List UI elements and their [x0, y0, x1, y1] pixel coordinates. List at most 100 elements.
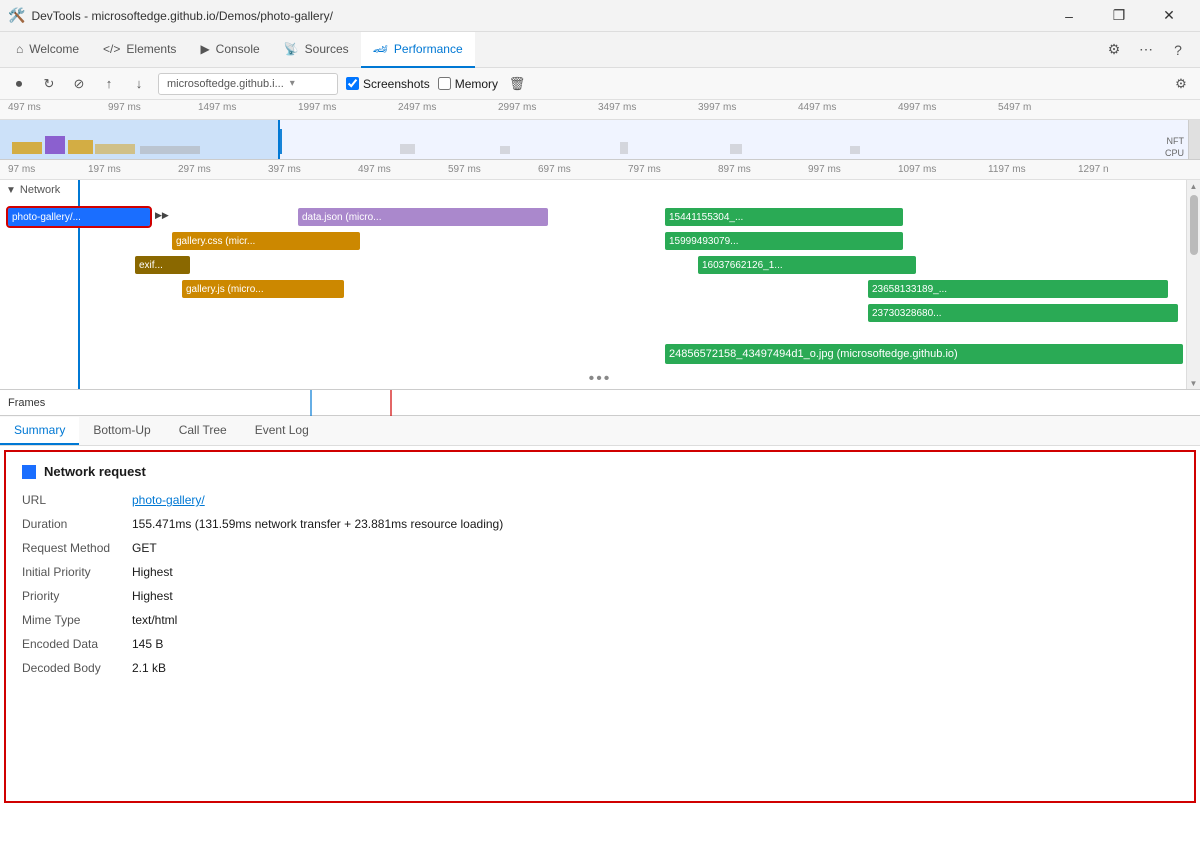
net-tick-2: 297 ms — [178, 164, 211, 175]
record-button[interactable]: ⏺ — [8, 73, 30, 95]
cpu-label: CPU — [1165, 148, 1184, 158]
net-tick-6: 697 ms — [538, 164, 571, 175]
tab-event-log[interactable]: Event Log — [241, 417, 323, 445]
network-row-gallery-js[interactable]: gallery.js (micro... — [182, 280, 344, 298]
mime-key: Mime Type — [22, 611, 132, 629]
network-row-img3[interactable]: 16037662126_1... — [698, 256, 916, 274]
network-row-img1[interactable]: 15441155304_... — [665, 208, 903, 226]
network-row-gallery-css[interactable]: gallery.css (micr... — [172, 232, 360, 250]
reload-record-button[interactable]: ↻ — [38, 73, 60, 95]
expand-row-icon: ▶▶ — [155, 210, 169, 221]
bottom-panel: Summary Bottom-Up Call Tree Event Log Ne… — [0, 416, 1200, 807]
more-button[interactable]: ••• — [589, 370, 612, 388]
mime-value: text/html — [132, 611, 177, 629]
ruler-tick-3: 1997 ms — [298, 102, 336, 113]
decoded-key: Decoded Body — [22, 659, 132, 677]
net-tick-12: 1297 n — [1078, 164, 1109, 175]
timeline-overview[interactable]: 497 ms 997 ms 1497 ms 1997 ms 2497 ms 29… — [0, 100, 1200, 160]
devtools-icon: 🛠️ — [8, 7, 25, 24]
encoded-value: 145 B — [132, 635, 163, 653]
net-tick-7: 797 ms — [628, 164, 661, 175]
network-timeline: 97 ms 197 ms 297 ms 397 ms 497 ms 597 ms… — [0, 160, 1200, 390]
summary-row-initial-priority: Initial Priority Highest — [22, 563, 1178, 581]
screenshots-checkbox[interactable] — [346, 77, 359, 90]
tab-elements[interactable]: </> Elements — [91, 32, 188, 68]
tab-summary[interactable]: Summary — [0, 417, 79, 445]
sources-icon: 📡 — [284, 42, 299, 56]
upload-button[interactable]: ↑ — [98, 73, 120, 95]
encoded-key: Encoded Data — [22, 635, 132, 653]
row-label-photo-gallery: photo-gallery/... — [12, 212, 81, 223]
row-label-img4: 23658133189_... — [872, 284, 947, 295]
tab-call-tree[interactable]: Call Tree — [165, 417, 241, 445]
summary-title: Network request — [22, 464, 1178, 479]
close-button[interactable]: ✕ — [1146, 0, 1192, 32]
method-value: GET — [132, 539, 157, 557]
net-tick-5: 597 ms — [448, 164, 481, 175]
url-value[interactable]: photo-gallery/ — [132, 491, 205, 509]
ruler-tick-10: 5497 m — [998, 102, 1031, 113]
tab-console[interactable]: ▶ Console — [188, 32, 271, 68]
network-content: ▼ Network photo-gallery/... ▶▶ data.json… — [0, 180, 1200, 390]
console-icon: ▶ — [200, 42, 209, 56]
download-button[interactable]: ↓ — [128, 73, 150, 95]
tab-bottom-up[interactable]: Bottom-Up — [79, 417, 164, 445]
frames-row: Frames — [0, 390, 1200, 416]
summary-row-priority: Priority Highest — [22, 587, 1178, 605]
capture-settings-button[interactable]: ⚙ — [1170, 73, 1192, 95]
more-tabs-button[interactable]: ⋯ — [1132, 36, 1160, 64]
network-label-text: Network — [20, 184, 60, 196]
settings-tab-button[interactable]: ⚙ — [1100, 36, 1128, 64]
memory-checkbox[interactable] — [438, 77, 451, 90]
scroll-thumb[interactable] — [1190, 195, 1198, 255]
timeline-selection — [0, 120, 280, 160]
stop-button[interactable]: ⊘ — [68, 73, 90, 95]
row-label-img5: 23730328680... — [872, 308, 942, 319]
memory-label: Memory — [455, 77, 498, 91]
frame-marker-red — [390, 390, 392, 416]
maximize-button[interactable]: ❐ — [1096, 0, 1142, 32]
memory-checkbox-label[interactable]: Memory — [438, 77, 498, 91]
row-label-gallery-js: gallery.js (micro... — [186, 284, 264, 295]
row-label-exif: exif... — [139, 260, 163, 271]
ruler-tick-7: 3997 ms — [698, 102, 736, 113]
net-tick-9: 997 ms — [808, 164, 841, 175]
tab-performance[interactable]: 🏎 Performance — [361, 32, 475, 68]
network-scrollbar: ▲ ▼ — [1186, 180, 1200, 390]
summary-panel: Network request URL photo-gallery/ Durat… — [4, 450, 1196, 803]
url-key: URL — [22, 491, 132, 509]
tab-welcome[interactable]: ⌂ Welcome — [4, 32, 91, 68]
frames-label: Frames — [8, 397, 45, 409]
network-section-label: ▼ Network — [6, 184, 60, 196]
summary-row-url: URL photo-gallery/ — [22, 491, 1178, 509]
minimize-button[interactable]: – — [1046, 0, 1092, 32]
network-row-exif[interactable]: exif... — [135, 256, 190, 274]
network-row-data-json[interactable]: data.json (micro... — [298, 208, 548, 226]
performance-toolbar: ⏺ ↻ ⊘ ↑ ↓ microsoftedge.github.i... ▾ Sc… — [0, 68, 1200, 100]
initial-priority-key: Initial Priority — [22, 563, 132, 581]
ruler-tick-9: 4997 ms — [898, 102, 936, 113]
timeline-ruler: 497 ms 997 ms 1497 ms 1997 ms 2497 ms 29… — [0, 100, 1200, 120]
priority-key: Priority — [22, 587, 132, 605]
scroll-down-arrow[interactable]: ▼ — [1190, 379, 1198, 388]
ruler-tick-6: 3497 ms — [598, 102, 636, 113]
expand-arrow[interactable]: ▼ — [6, 185, 16, 196]
summary-row-decoded: Decoded Body 2.1 kB — [22, 659, 1178, 677]
title-bar: 🛠️ DevTools - microsoftedge.github.io/De… — [0, 0, 1200, 32]
network-row-photo-gallery[interactable]: photo-gallery/... — [8, 208, 150, 226]
network-row-img6[interactable]: 24856572158_43497494d1_o.jpg (microsofte… — [665, 344, 1183, 364]
screenshots-checkbox-label[interactable]: Screenshots — [346, 77, 430, 91]
summary-row-mime: Mime Type text/html — [22, 611, 1178, 629]
elements-icon: </> — [103, 42, 120, 56]
trash-button[interactable]: 🗑 — [506, 73, 528, 95]
network-row-img5[interactable]: 23730328680... — [868, 304, 1178, 322]
initial-priority-value: Highest — [132, 563, 173, 581]
window-controls: – ❐ ✕ — [1046, 0, 1192, 32]
scroll-up-arrow[interactable]: ▲ — [1190, 182, 1198, 191]
tab-sources[interactable]: 📡 Sources — [272, 32, 361, 68]
network-row-img4[interactable]: 23658133189_... — [868, 280, 1168, 298]
network-row-img2[interactable]: 15999493079... — [665, 232, 903, 250]
summary-row-encoded: Encoded Data 145 B — [22, 635, 1178, 653]
row-label-gallery-css: gallery.css (micr... — [176, 236, 255, 247]
help-button[interactable]: ? — [1164, 36, 1192, 64]
